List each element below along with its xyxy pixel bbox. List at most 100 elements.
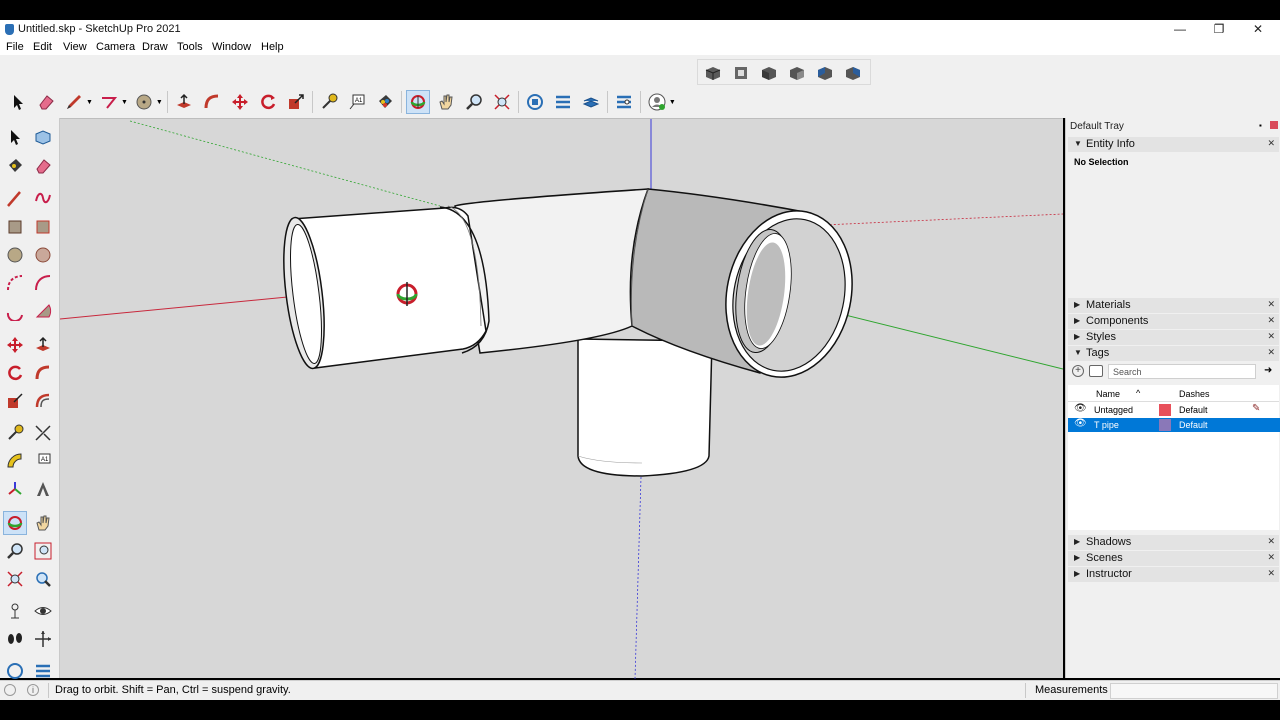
zoom-icon[interactable]	[462, 90, 486, 114]
menu-camera[interactable]: Camera	[96, 41, 135, 53]
push-pull-icon[interactable]	[172, 90, 196, 114]
tag-row[interactable]: 👁 Untagged Default ✎	[1068, 403, 1279, 417]
column-dashes[interactable]: Dashes	[1179, 389, 1210, 399]
add-tag-folder-icon[interactable]	[1089, 365, 1103, 377]
menu-help[interactable]: Help	[261, 41, 284, 53]
add-tag-icon[interactable]: +	[1072, 365, 1084, 377]
dimension-tool-icon[interactable]	[31, 421, 55, 445]
close-button[interactable]: ✕	[1238, 20, 1278, 40]
entity-info-header[interactable]: ▼ Entity Info ✕	[1068, 137, 1279, 152]
measurements-input[interactable]	[1110, 683, 1278, 699]
pie-tool-icon[interactable]	[31, 299, 55, 323]
scale-icon[interactable]	[284, 90, 308, 114]
pan-tool-icon[interactable]	[31, 511, 55, 535]
axes-tool-icon[interactable]	[3, 477, 27, 501]
layout-icon[interactable]	[579, 90, 603, 114]
close-icon[interactable]: ✕	[1267, 536, 1275, 547]
details-arrow-icon[interactable]: ➜	[1264, 365, 1272, 376]
tag-dashes[interactable]: Default	[1179, 420, 1208, 430]
scenes-header[interactable]: ▶ Scenes ✕	[1068, 551, 1279, 566]
3d-warehouse-icon[interactable]	[523, 90, 547, 114]
rotated-rectangle-icon[interactable]	[31, 215, 55, 239]
close-icon[interactable]: ✕	[1267, 568, 1275, 579]
pencil-icon[interactable]	[62, 90, 86, 114]
restore-button[interactable]: ❐	[1199, 20, 1239, 40]
arc-dropdown-icon[interactable]: ▼	[121, 99, 128, 106]
zoom-extents-icon[interactable]	[490, 90, 514, 114]
materials-header[interactable]: ▶ Materials ✕	[1068, 298, 1279, 313]
menu-file[interactable]: File	[6, 41, 24, 53]
tags-header[interactable]: ▼ Tags ✕	[1068, 346, 1279, 361]
zoom-window-icon[interactable]	[31, 539, 55, 563]
pin-icon[interactable]: ▪	[1259, 121, 1262, 130]
instructor-header[interactable]: ▶ Instructor ✕	[1068, 567, 1279, 582]
menu-draw[interactable]: Draw	[142, 41, 168, 53]
top-view-icon[interactable]	[729, 61, 753, 85]
pencil-dropdown-icon[interactable]: ▼	[86, 99, 93, 106]
menu-window[interactable]: Window	[212, 41, 251, 53]
tape-measure-tool-icon[interactable]	[3, 421, 27, 445]
tape-measure-icon[interactable]	[317, 90, 341, 114]
close-icon[interactable]: ✕	[1267, 331, 1275, 342]
paint-bucket-icon[interactable]	[373, 90, 397, 114]
close-icon[interactable]: ✕	[1267, 552, 1275, 563]
select-tool-icon[interactable]	[3, 125, 27, 149]
make-component-icon[interactable]	[31, 125, 55, 149]
follow-me-tool-icon[interactable]	[31, 361, 55, 385]
circle-icon[interactable]	[132, 90, 156, 114]
text-tool-icon[interactable]: A1	[31, 449, 55, 473]
menu-view[interactable]: View	[63, 41, 87, 53]
profile-dropdown-icon[interactable]: ▼	[669, 99, 676, 106]
close-icon[interactable]: ✕	[1267, 299, 1275, 310]
profile-icon[interactable]	[645, 90, 669, 114]
two-point-arc-icon[interactable]	[31, 271, 55, 295]
follow-me-icon[interactable]	[200, 90, 224, 114]
extension-manager-icon[interactable]	[612, 90, 636, 114]
right-view-icon[interactable]	[785, 61, 809, 85]
line-tool-icon[interactable]	[3, 187, 27, 211]
zoom-extents-tool-icon[interactable]	[3, 567, 27, 591]
rotate-icon[interactable]	[256, 90, 280, 114]
protractor-tool-icon[interactable]	[3, 449, 27, 473]
move-icon[interactable]	[228, 90, 252, 114]
close-icon[interactable]: ✕	[1267, 315, 1275, 326]
components-header[interactable]: ▶ Components ✕	[1068, 314, 1279, 329]
minimize-button[interactable]: —	[1160, 20, 1200, 40]
left-view-icon[interactable]	[841, 61, 865, 85]
paint-bucket-tool-icon[interactable]	[3, 154, 27, 178]
position-camera-icon[interactable]	[3, 599, 27, 623]
previous-view-icon[interactable]	[31, 567, 55, 591]
instructor-info-icon[interactable]: i	[27, 684, 39, 696]
visibility-eye-icon[interactable]: 👁	[1074, 418, 1087, 429]
section-plane-icon[interactable]	[31, 627, 55, 651]
shadows-header[interactable]: ▶ Shadows ✕	[1068, 535, 1279, 550]
tag-dashes[interactable]: Default	[1179, 405, 1208, 415]
tag-search-input[interactable]: Search	[1108, 364, 1256, 379]
offset-tool-icon[interactable]	[31, 389, 55, 413]
back-view-icon[interactable]	[813, 61, 837, 85]
scale-tool-icon[interactable]	[3, 389, 27, 413]
zoom-tool-icon[interactable]	[3, 539, 27, 563]
rectangle-tool-icon[interactable]	[3, 215, 27, 239]
tag-row-selected[interactable]: 👁 T pipe Default	[1068, 418, 1280, 432]
freehand-icon[interactable]	[97, 90, 121, 114]
select-icon[interactable]	[6, 90, 30, 114]
pan-icon[interactable]	[434, 90, 458, 114]
sort-up-icon[interactable]: ^	[1136, 388, 1140, 398]
push-pull-tool-icon[interactable]	[31, 333, 55, 357]
styles-header[interactable]: ▶ Styles ✕	[1068, 330, 1279, 345]
iso-view-icon[interactable]	[701, 61, 725, 85]
walk-icon[interactable]	[3, 627, 27, 651]
shape-dropdown-icon[interactable]: ▼	[156, 99, 163, 106]
geo-location-icon[interactable]	[4, 684, 16, 696]
arc-tool-icon[interactable]	[3, 271, 27, 295]
extension-warehouse-icon[interactable]	[551, 90, 575, 114]
tag-color-swatch[interactable]	[1159, 404, 1171, 416]
look-around-icon[interactable]	[31, 599, 55, 623]
front-view-icon[interactable]	[757, 61, 781, 85]
column-name[interactable]: Name	[1096, 389, 1120, 399]
tag-color-swatch[interactable]	[1159, 419, 1171, 431]
three-point-arc-icon[interactable]	[3, 299, 27, 323]
circle-tool-icon[interactable]	[3, 243, 27, 267]
freehand-tool-icon[interactable]	[31, 187, 55, 211]
